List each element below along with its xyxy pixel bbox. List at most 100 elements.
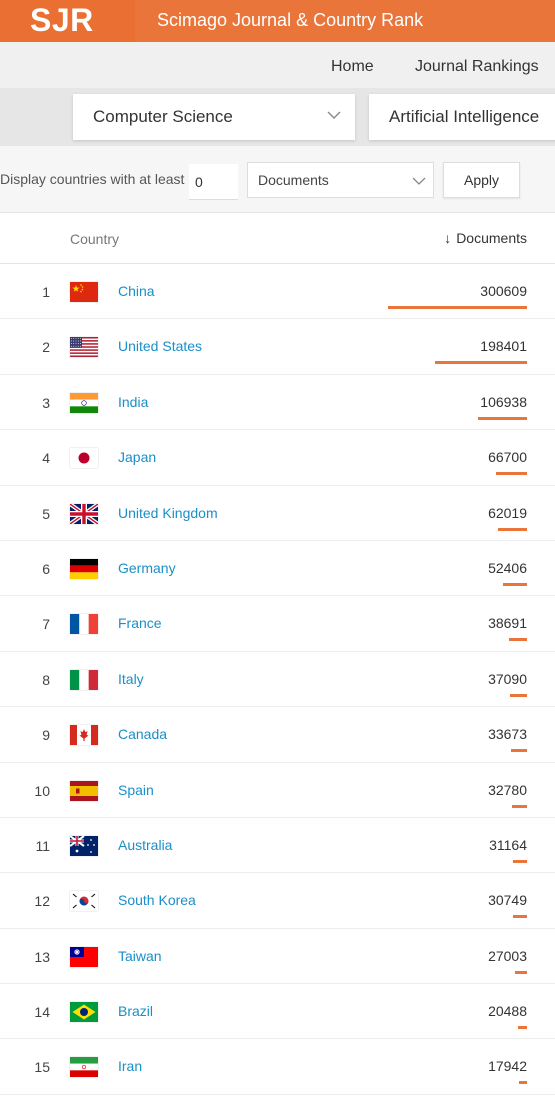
filter-row: Display countries with at least Document… bbox=[0, 146, 555, 213]
flag-ca-icon bbox=[70, 725, 98, 746]
documents-value: 37090 bbox=[488, 670, 527, 687]
table-row: 13 Taiwan 27003 bbox=[0, 928, 555, 985]
documents-bar bbox=[388, 306, 527, 309]
column-header-country[interactable]: Country bbox=[70, 231, 119, 247]
table-row: 5 United Kingdom 62019 bbox=[0, 485, 555, 541]
column-header-documents-label: Documents bbox=[456, 230, 527, 246]
country-link[interactable]: South Korea bbox=[118, 892, 196, 908]
rank-number: 10 bbox=[34, 782, 50, 799]
rank-number: 2 bbox=[42, 339, 50, 356]
table-row: 12 South Korea 30749 bbox=[0, 873, 555, 929]
documents-value: 27003 bbox=[488, 947, 527, 964]
country-link[interactable]: United States bbox=[118, 338, 202, 354]
country-link[interactable]: China bbox=[118, 283, 155, 299]
subject-area-select[interactable]: Computer Science bbox=[73, 94, 355, 140]
flag-es-icon bbox=[70, 780, 98, 801]
documents-value: 52406 bbox=[488, 559, 527, 576]
country-link[interactable]: India bbox=[118, 394, 148, 410]
table-row: 4 Japan 66700 bbox=[0, 430, 555, 486]
flag-us-icon bbox=[70, 337, 98, 358]
logo-box[interactable]: SJR bbox=[0, 0, 135, 42]
rank-number: 1 bbox=[42, 284, 50, 300]
documents-bar bbox=[509, 638, 527, 642]
documents-value: 30749 bbox=[488, 892, 527, 909]
documents-value: 17942 bbox=[488, 1058, 527, 1075]
flag-br-icon bbox=[70, 1002, 98, 1023]
apply-button[interactable]: Apply bbox=[443, 162, 520, 198]
documents-value: 62019 bbox=[488, 504, 527, 521]
rank-number: 13 bbox=[34, 948, 50, 965]
documents-value: 33673 bbox=[488, 726, 527, 743]
table-row: 3 India 106938 bbox=[0, 374, 555, 431]
sjr-logo[interactable]: SJR bbox=[30, 2, 94, 39]
subject-area-value: Computer Science bbox=[93, 107, 233, 126]
country-link[interactable]: Taiwan bbox=[118, 948, 162, 964]
flag-ir-icon bbox=[70, 1057, 98, 1078]
site-title[interactable]: Scimago Journal & Country Rank bbox=[157, 10, 423, 31]
documents-value: 106938 bbox=[480, 393, 527, 410]
rank-number: 14 bbox=[34, 1004, 50, 1021]
country-table-body: 1 China 300609 2 United States 198401 3 India 10… bbox=[0, 264, 555, 1095]
rank-number: 3 bbox=[42, 394, 50, 411]
documents-bar bbox=[503, 582, 527, 586]
table-row: 7 France 38691 bbox=[0, 596, 555, 652]
documents-bar bbox=[435, 361, 527, 365]
table-row: 1 China 300609 bbox=[0, 264, 555, 320]
column-header-documents[interactable]: ↓ Documents bbox=[444, 230, 527, 246]
documents-value: 198401 bbox=[480, 338, 527, 355]
chevron-down-icon bbox=[412, 174, 426, 188]
rank-number: 9 bbox=[42, 727, 50, 744]
table-header: Country ↓ Documents bbox=[0, 213, 555, 264]
table-row: 14 Brazil 20488 bbox=[0, 984, 555, 1040]
nav-journal-rankings-link[interactable]: Journal Rankings bbox=[415, 58, 539, 76]
documents-bar bbox=[510, 693, 527, 697]
country-link[interactable]: France bbox=[118, 615, 162, 631]
metric-select[interactable]: Documents bbox=[247, 162, 434, 198]
documents-value: 300609 bbox=[480, 283, 527, 299]
documents-value: 38691 bbox=[488, 615, 527, 632]
country-link[interactable]: Italy bbox=[118, 671, 144, 687]
rank-number: 11 bbox=[35, 837, 50, 854]
documents-value: 66700 bbox=[488, 449, 527, 466]
flag-gb-icon bbox=[70, 503, 98, 524]
table-row: 8 Italy 37090 bbox=[0, 651, 555, 708]
documents-bar bbox=[513, 859, 527, 863]
nav-home-link[interactable]: Home bbox=[331, 58, 374, 76]
rank-number: 4 bbox=[42, 450, 50, 467]
documents-bar bbox=[496, 472, 527, 476]
country-link[interactable]: United Kingdom bbox=[118, 505, 218, 521]
country-link[interactable]: Iran bbox=[118, 1058, 142, 1074]
documents-value: 32780 bbox=[488, 781, 527, 798]
subject-category-value: Artificial Intelligence bbox=[389, 107, 540, 126]
country-link[interactable]: Australia bbox=[118, 837, 172, 853]
country-link[interactable]: Japan bbox=[118, 449, 156, 465]
min-threshold-input[interactable] bbox=[189, 164, 238, 200]
documents-bar bbox=[512, 804, 527, 808]
documents-bar bbox=[513, 915, 527, 919]
documents-bar bbox=[498, 527, 527, 531]
table-row: 9 Canada 33673 bbox=[0, 707, 555, 763]
country-link[interactable]: Brazil bbox=[118, 1003, 153, 1019]
country-link[interactable]: Germany bbox=[118, 560, 176, 576]
country-link[interactable]: Canada bbox=[118, 726, 167, 742]
flag-de-icon bbox=[70, 558, 98, 579]
documents-bar bbox=[511, 749, 527, 753]
main-nav: Home Journal Rankings bbox=[0, 42, 555, 88]
documents-bar bbox=[519, 1081, 527, 1085]
category-bar: Computer Science Artificial Intelligence bbox=[0, 88, 555, 146]
flag-tw-icon bbox=[70, 946, 98, 967]
chevron-down-icon bbox=[327, 108, 341, 122]
rank-number: 6 bbox=[42, 560, 50, 577]
flag-au-icon bbox=[70, 835, 98, 856]
table-row: 6 Germany 52406 bbox=[0, 540, 555, 597]
documents-bar bbox=[518, 1026, 527, 1030]
subject-category-select[interactable]: Artificial Intelligence bbox=[369, 94, 555, 140]
rank-number: 15 bbox=[34, 1059, 50, 1076]
documents-bar bbox=[478, 416, 527, 420]
country-link[interactable]: Spain bbox=[118, 782, 154, 798]
top-header: SJR Scimago Journal & Country Rank bbox=[0, 0, 555, 42]
min-threshold-label: Display countries with at least bbox=[0, 171, 185, 187]
rank-number: 12 bbox=[34, 893, 50, 910]
table-row: 2 United States 198401 bbox=[0, 319, 555, 375]
documents-value: 20488 bbox=[488, 1003, 527, 1020]
